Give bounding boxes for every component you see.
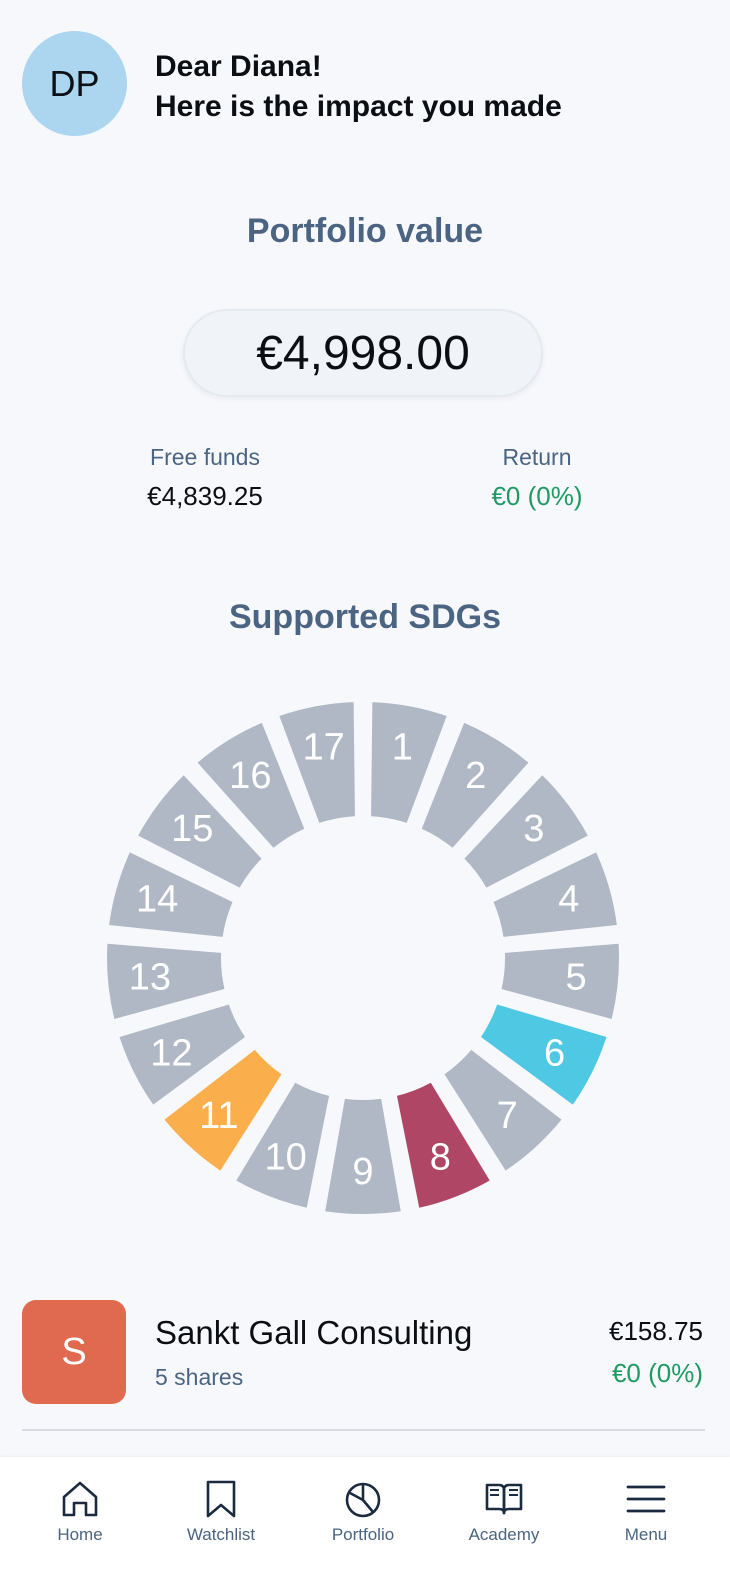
nav-menu[interactable]: Menu <box>576 1457 716 1571</box>
divider <box>22 1429 705 1431</box>
portfolio-value-title: Portfolio value <box>246 212 484 250</box>
sdg-number-5: 5 <box>566 957 587 999</box>
holding-name: Sankt Gall Consulting <box>155 1314 473 1351</box>
holding-row[interactable]: S Sankt Gall Consulting 5 shares €158.75… <box>22 1300 705 1406</box>
sdg-number-9: 9 <box>352 1151 373 1193</box>
sdg-number-3: 3 <box>523 808 544 850</box>
bookmark-icon <box>206 1480 236 1518</box>
sdg-number-11: 11 <box>199 1095 238 1137</box>
sdg-number-1: 1 <box>392 727 413 769</box>
nav-home[interactable]: Home <box>10 1457 150 1571</box>
return-value: €0 (0%) <box>491 481 583 511</box>
nav-academy-label: Academy <box>468 1525 540 1544</box>
supported-sdgs-title: Supported SDGs <box>228 598 502 636</box>
sdg-number-7: 7 <box>497 1095 518 1137</box>
nav-academy[interactable]: Academy <box>434 1457 574 1571</box>
greeting-header: DP Dear Diana! Here is the impact you ma… <box>22 31 710 137</box>
sdg-number-8: 8 <box>430 1137 451 1179</box>
bottom-navigation: Home Watchlist Portfolio Academy Menu <box>0 1457 730 1571</box>
holding-value: €158.75 <box>609 1316 703 1346</box>
nav-watchlist-label: Watchlist <box>186 1525 256 1544</box>
free-funds-value: €4,839.25 <box>147 481 263 511</box>
sdg-number-15: 15 <box>171 808 213 850</box>
free-funds-label: Free funds <box>150 444 260 470</box>
sdg-number-12: 12 <box>150 1032 192 1074</box>
return-label: Return <box>502 444 572 470</box>
sdg-number-13: 13 <box>129 957 171 999</box>
greeting-text: Dear Diana! Here is the impact you made <box>155 47 562 127</box>
book-icon <box>485 1483 523 1515</box>
nav-portfolio-label: Portfolio <box>331 1525 395 1544</box>
free-funds-stat: Free funds €4,839.25 <box>75 440 335 518</box>
holding-shares: 5 shares <box>155 1364 244 1390</box>
sdg-number-6: 6 <box>544 1032 565 1074</box>
hamburger-icon <box>626 1485 666 1513</box>
return-stat: Return €0 (0%) <box>407 440 667 518</box>
greeting-line-2: Here is the impact you made <box>155 90 562 123</box>
avatar[interactable]: DP <box>22 31 127 136</box>
nav-watchlist[interactable]: Watchlist <box>151 1457 291 1571</box>
sdg-number-16: 16 <box>229 755 271 797</box>
portfolio-value-amount: €4,998.00 <box>183 309 543 397</box>
company-logo: S <box>22 1300 126 1404</box>
nav-home-label: Home <box>57 1525 103 1544</box>
sdg-number-4: 4 <box>558 878 579 920</box>
nav-menu-label: Menu <box>624 1525 668 1544</box>
nav-portfolio[interactable]: Portfolio <box>293 1457 433 1571</box>
sdg-number-14: 14 <box>136 878 178 920</box>
sdg-number-10: 10 <box>265 1137 307 1179</box>
sdg-wheel: 1234567891011121314151617 <box>107 702 619 1214</box>
holding-return: €0 (0%) <box>611 1358 703 1388</box>
sdg-number-17: 17 <box>303 727 345 769</box>
sdg-number-2: 2 <box>465 755 486 797</box>
sdg-segment-5[interactable] <box>501 943 619 1019</box>
home-icon <box>62 1481 98 1517</box>
greeting-line-1: Dear Diana! <box>155 50 322 83</box>
pie-chart-icon <box>345 1482 381 1518</box>
